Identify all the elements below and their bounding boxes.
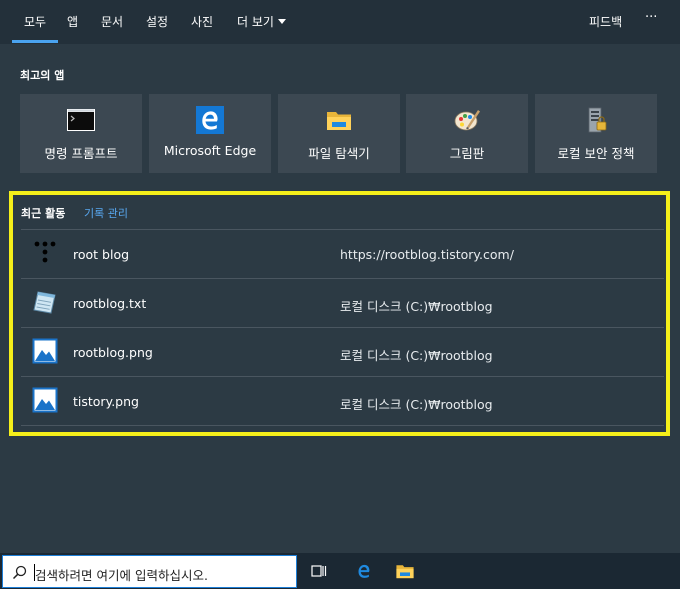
top-apps-title: 최고의 앱 bbox=[20, 69, 65, 82]
recent-item-location: https://rootblog.tistory.com/ bbox=[340, 247, 514, 262]
recent-item-name: tistory.png bbox=[73, 394, 139, 409]
tistory-icon bbox=[34, 241, 56, 263]
app-tile-label: 로컬 보안 정책 bbox=[557, 146, 635, 161]
tab-all[interactable]: 모두 bbox=[11, 13, 59, 43]
tab-settings[interactable]: 설정 bbox=[146, 13, 168, 30]
tab-documents[interactable]: 문서 bbox=[101, 13, 123, 30]
recent-item-name: rootblog.png bbox=[73, 345, 153, 360]
recent-item-row[interactable]: tistory.png 로컬 디스크 (C:)₩rootblog bbox=[21, 376, 664, 425]
recent-item-row[interactable]: root blog https://rootblog.tistory.com/ bbox=[21, 229, 664, 278]
file-explorer-icon[interactable] bbox=[395, 561, 415, 581]
app-tile-command-prompt[interactable]: 명령 프롬프트 bbox=[20, 94, 142, 173]
recent-activity-title: 최근 활동 bbox=[21, 207, 66, 220]
search-placeholder: 검색하려면 여기에 입력하십시오. bbox=[35, 568, 208, 583]
search-icon bbox=[12, 565, 27, 580]
app-tile-label: Microsoft Edge bbox=[163, 143, 257, 158]
app-tile-label: 파일 탐색기 bbox=[308, 146, 370, 161]
taskbar: 검색하려면 여기에 입력하십시오. bbox=[0, 553, 680, 589]
security-policy-icon bbox=[588, 107, 607, 133]
tab-more-label: 더 보기 bbox=[237, 15, 274, 29]
app-tile-paint[interactable]: 그림판 bbox=[406, 94, 528, 173]
feedback-button[interactable]: 피드백 bbox=[589, 13, 622, 30]
command-prompt-icon bbox=[67, 109, 95, 131]
file-explorer-icon bbox=[327, 112, 351, 130]
image-file-icon bbox=[32, 387, 58, 413]
task-view-icon[interactable] bbox=[309, 561, 329, 581]
more-options-button[interactable]: ··· bbox=[645, 10, 657, 25]
tab-photos[interactable]: 사진 bbox=[191, 13, 213, 30]
recent-activity-panel: 최근 활동 기록 관리 root blog https://rootblog.t… bbox=[9, 191, 670, 436]
paint-icon bbox=[454, 110, 480, 131]
tab-more[interactable]: 더 보기 bbox=[237, 13, 286, 30]
chevron-down-icon bbox=[277, 19, 286, 24]
recent-item-row[interactable]: rootblog.png 로컬 디스크 (C:)₩rootblog bbox=[21, 327, 664, 376]
app-tile-edge[interactable]: Microsoft Edge bbox=[149, 94, 271, 173]
divider bbox=[21, 425, 664, 426]
search-category-tabs: 모두 앱 문서 설정 사진 더 보기 피드백 ··· bbox=[0, 0, 680, 44]
recent-item-location: 로컬 디스크 (C:)₩rootblog bbox=[340, 397, 493, 412]
recent-item-row[interactable]: rootblog.txt 로컬 디스크 (C:)₩rootblog bbox=[21, 278, 664, 327]
manage-history-link[interactable]: 기록 관리 bbox=[84, 205, 128, 221]
recent-item-location: 로컬 디스크 (C:)₩rootblog bbox=[340, 348, 493, 363]
recent-item-location: 로컬 디스크 (C:)₩rootblog bbox=[340, 299, 493, 314]
recent-item-name: rootblog.txt bbox=[73, 296, 147, 311]
app-tile-label: 그림판 bbox=[449, 146, 485, 161]
image-file-icon bbox=[32, 338, 58, 364]
notepad-icon bbox=[33, 291, 56, 314]
app-tile-file-explorer[interactable]: 파일 탐색기 bbox=[278, 94, 400, 173]
edge-icon[interactable] bbox=[354, 561, 374, 581]
edge-icon bbox=[196, 106, 224, 134]
taskbar-search-box[interactable]: 검색하려면 여기에 입력하십시오. bbox=[2, 555, 297, 588]
recent-item-name: root blog bbox=[73, 247, 130, 262]
tab-apps[interactable]: 앱 bbox=[67, 13, 78, 30]
app-tile-label: 명령 프롬프트 bbox=[44, 146, 118, 161]
app-tile-local-security-policy[interactable]: 로컬 보안 정책 bbox=[535, 94, 657, 173]
